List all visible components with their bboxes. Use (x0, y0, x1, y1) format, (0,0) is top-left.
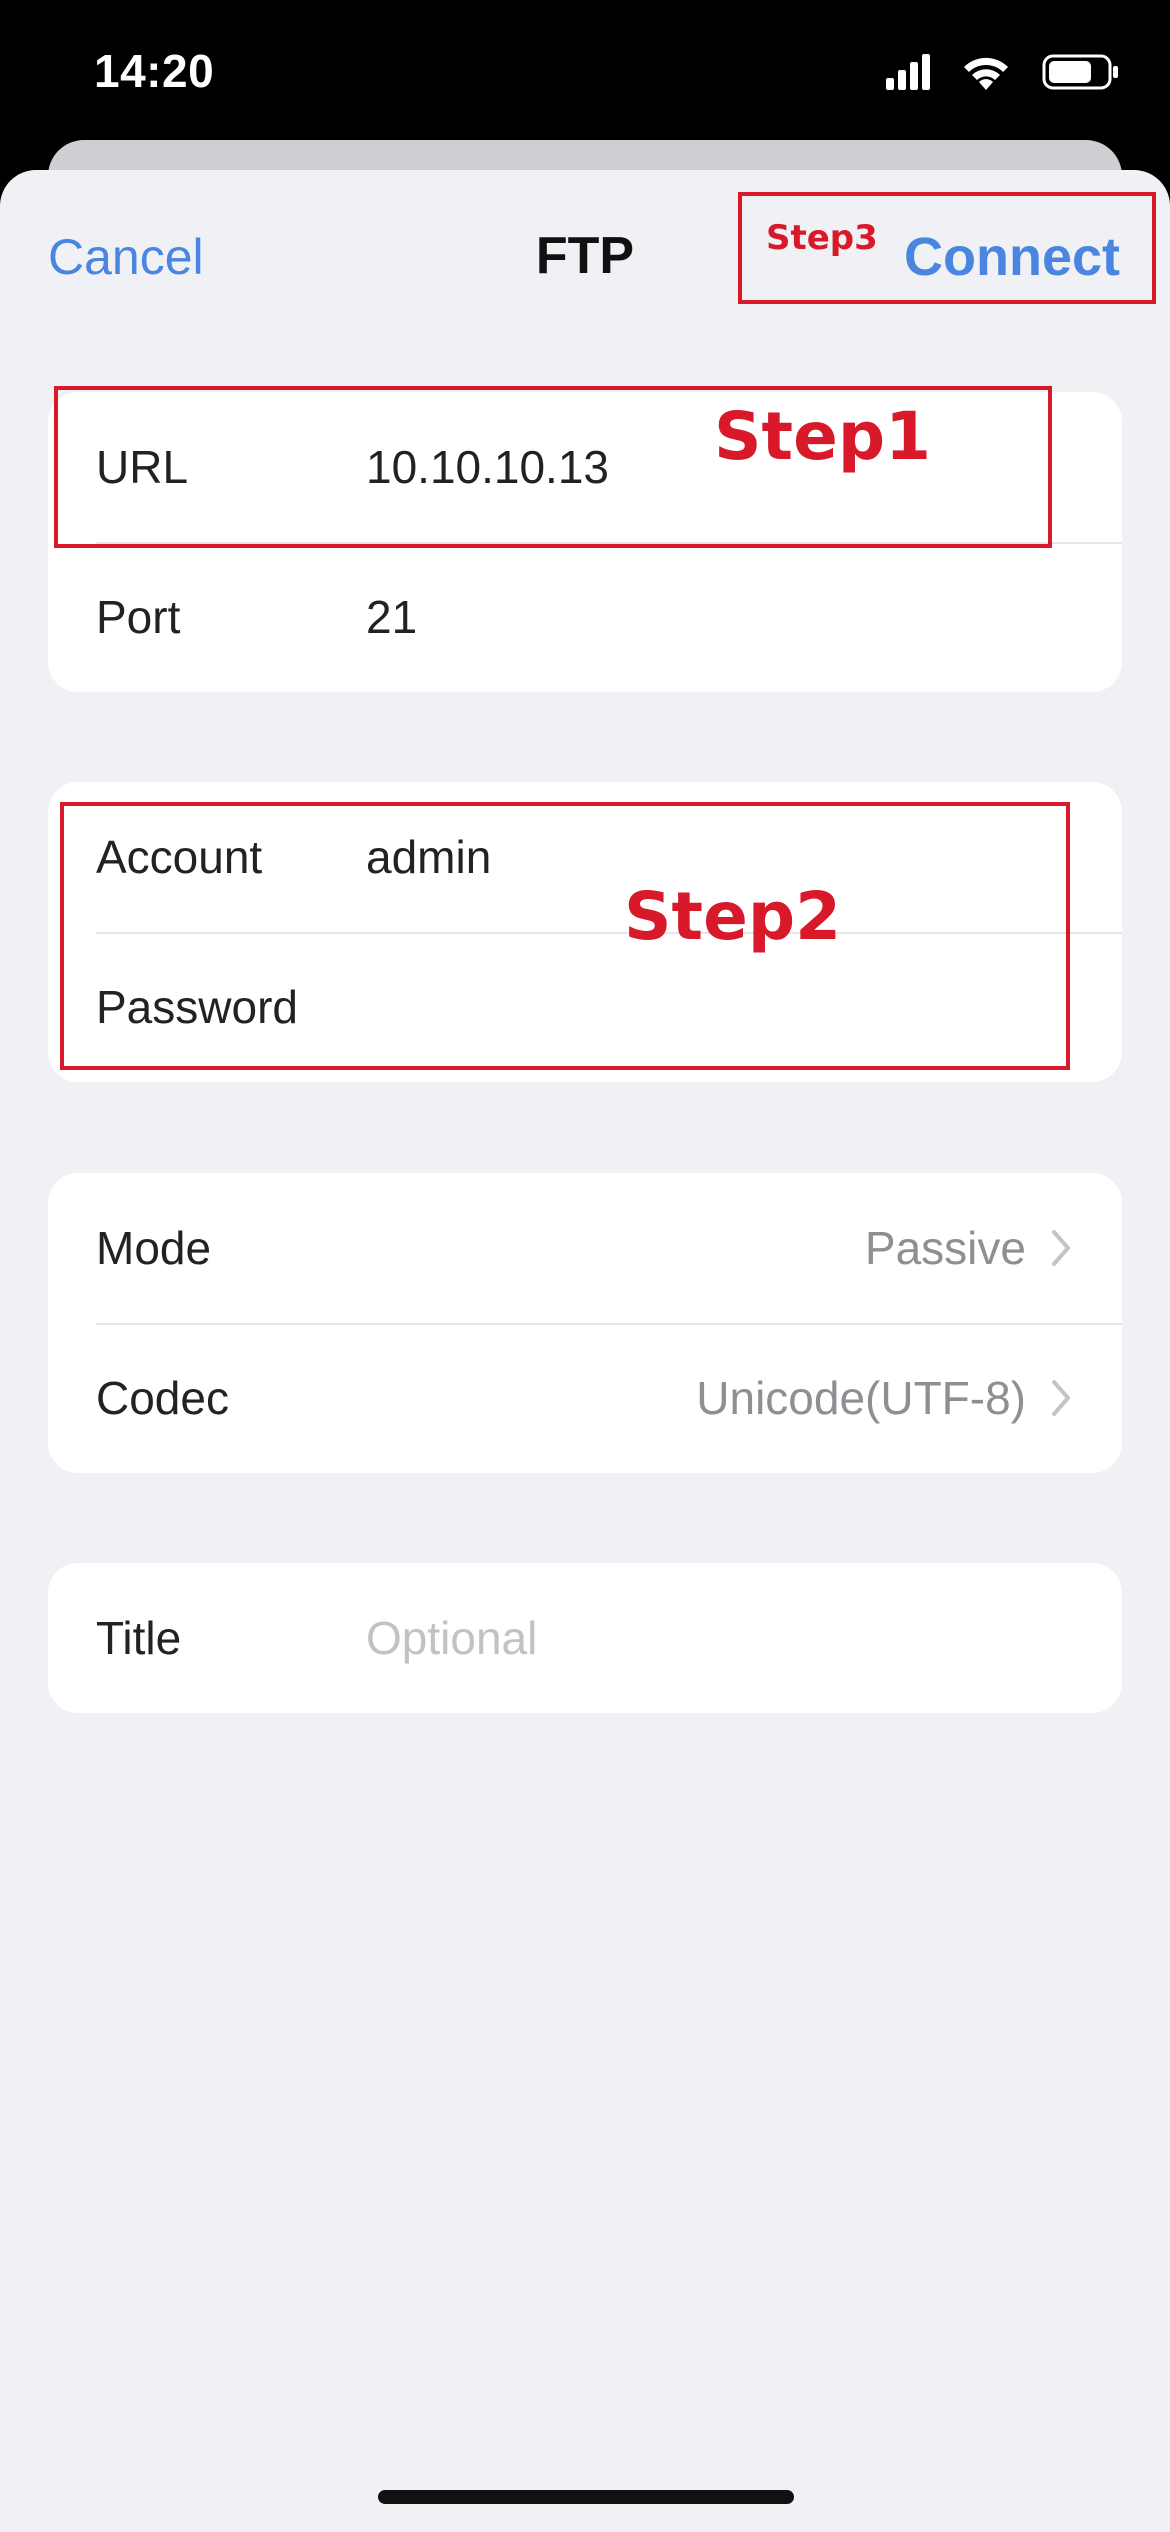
home-indicator[interactable] (378, 2490, 794, 2504)
step2-highlight-box (60, 802, 1070, 1070)
options-group: Mode Passive Codec Unicode(UTF-8) (48, 1173, 1122, 1473)
port-field[interactable]: 21 (366, 590, 417, 644)
title-row[interactable]: Title Optional (48, 1563, 1122, 1713)
battery-icon (1042, 54, 1118, 90)
step2-annotation: Step2 (624, 878, 842, 955)
step3-annotation: Step3 (766, 218, 878, 258)
port-row[interactable]: Port 21 (48, 542, 1122, 692)
port-label: Port (96, 591, 181, 643)
title-group: Title Optional (48, 1563, 1122, 1713)
title-field[interactable]: Optional (366, 1611, 537, 1665)
mode-label: Mode (96, 1222, 212, 1274)
chevron-right-icon (1052, 1380, 1070, 1416)
status-time: 14:20 (94, 45, 215, 97)
mode-row[interactable]: Mode Passive (48, 1173, 1122, 1323)
codec-row[interactable]: Codec Unicode(UTF-8) (48, 1323, 1122, 1473)
step1-annotation: Step1 (714, 398, 932, 475)
chevron-right-icon (1052, 1230, 1070, 1266)
title-label: Title (96, 1612, 182, 1664)
mode-value: Passive (864, 1222, 1026, 1274)
codec-label: Codec (96, 1372, 229, 1424)
ftp-sheet: Cancel FTP Connect URL 10.10.10.13 Port … (0, 170, 1170, 2532)
cellular-signal-icon (886, 54, 930, 90)
codec-value: Unicode(UTF-8) (696, 1372, 1026, 1424)
wifi-icon (964, 57, 1008, 90)
status-bar: 14:20 (0, 0, 1170, 150)
